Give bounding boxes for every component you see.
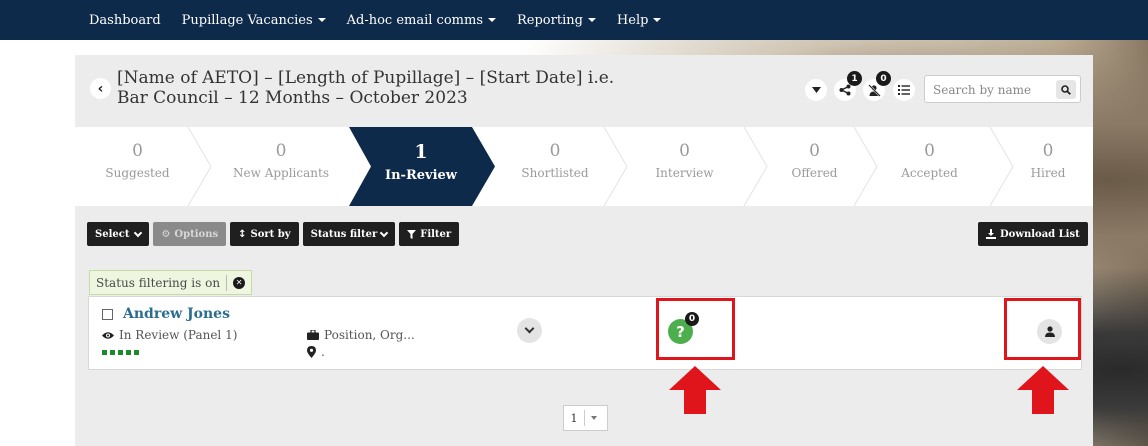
options-button[interactable]: ⚙ Options	[153, 222, 227, 246]
download-list-button[interactable]: Download List	[978, 222, 1088, 246]
applicant-stage: In Review (Panel 1)	[102, 328, 237, 342]
chevron-left-icon: ‹	[97, 80, 104, 97]
list-icon	[898, 85, 910, 95]
stage-accepted[interactable]: 0 Accepted	[877, 127, 982, 206]
gear-icon: ⚙	[161, 228, 171, 240]
caret-down-icon	[591, 416, 597, 420]
select-button[interactable]: Select	[87, 222, 150, 246]
pager-divider	[584, 410, 585, 426]
nav-dashboard[interactable]: Dashboard	[89, 13, 161, 28]
funnel-icon	[407, 229, 417, 239]
status-filter-button[interactable]: Status filter	[302, 222, 396, 246]
sort-by-button[interactable]: ↕ Sort by	[230, 222, 299, 246]
top-navigation: Dashboard Pupillage Vacancies Ad-hoc ema…	[0, 0, 1148, 40]
highlight-box-question	[656, 298, 735, 360]
chevron-down-icon	[524, 323, 535, 334]
vacancy-panel: ‹ [Name of AETO] – [Length of Pupillage]…	[75, 55, 1093, 446]
back-button[interactable]: ‹	[90, 78, 111, 99]
sort-icon: ↕	[238, 228, 247, 240]
briefcase-icon	[307, 330, 319, 340]
applicant-checkbox[interactable]	[102, 309, 113, 320]
progress-dot	[118, 350, 123, 355]
page-title: [Name of AETO] – [Length of Pupillage] –…	[117, 68, 615, 108]
applicant-card: Andrew Jones In Review (Panel 1) Positio…	[88, 296, 1082, 370]
download-icon	[986, 229, 996, 239]
nav-reporting[interactable]: Reporting	[517, 13, 596, 28]
unassigned-count-badge: 0	[876, 71, 891, 86]
clear-filter-icon[interactable]: ✕	[233, 276, 246, 289]
unassigned-users-button[interactable]: 0	[863, 71, 891, 101]
share-button[interactable]: 1	[834, 71, 862, 101]
highlight-box-profile	[1004, 298, 1081, 360]
applicant-position: Position, Org...	[307, 328, 415, 342]
user-slash-icon	[867, 83, 881, 97]
chevron-down-icon	[379, 228, 389, 237]
share-count-badge: 1	[847, 71, 862, 86]
caret-down-icon	[488, 18, 496, 22]
list-toolbar: Select ⚙ Options ↕ Sort by Status filter F…	[87, 222, 463, 246]
title-row: ‹ [Name of AETO] – [Length of Pupillage]…	[75, 55, 1093, 126]
arrow-up-icon	[669, 366, 721, 414]
progress-dot	[134, 350, 139, 355]
pagination-select[interactable]: 1	[563, 405, 608, 431]
caret-down-icon	[811, 87, 821, 93]
search-input[interactable]	[933, 81, 1048, 98]
nav-help[interactable]: Help	[617, 13, 662, 28]
progress-dot	[102, 350, 107, 355]
list-view-button[interactable]	[893, 79, 915, 101]
search-button[interactable]	[1056, 80, 1076, 99]
nav-pupillage-vacancies[interactable]: Pupillage Vacancies	[182, 13, 326, 28]
progress-dots	[102, 350, 142, 355]
chevron-down-icon	[134, 228, 143, 237]
stage-offered[interactable]: 0 Offered	[767, 127, 862, 206]
more-dropdown-button[interactable]	[805, 79, 827, 101]
filter-button[interactable]: Filter	[399, 222, 460, 246]
applicant-name-link[interactable]: Andrew Jones	[123, 306, 230, 322]
stage-in-review[interactable]: 1 In-Review	[361, 127, 481, 206]
stage-suggested[interactable]: 0 Suggested	[75, 127, 200, 206]
progress-dot	[126, 350, 131, 355]
chip-divider	[226, 274, 228, 291]
search-box	[924, 75, 1081, 103]
share-icon	[839, 84, 851, 96]
eye-icon	[102, 331, 114, 339]
stage-shortlisted[interactable]: 0 Shortlisted	[495, 127, 615, 206]
caret-down-icon	[587, 18, 596, 22]
search-icon	[1061, 84, 1071, 95]
stage-new-applicants[interactable]: 0 New Applicants	[211, 127, 351, 206]
stage-hired[interactable]: 0 Hired	[1013, 127, 1083, 206]
nav-adhoc-email-comms[interactable]: Ad-hoc email comms	[347, 13, 496, 28]
caret-down-icon	[653, 18, 662, 22]
status-filtering-chip: Status filtering is on ✕	[89, 270, 253, 295]
caret-down-icon	[317, 18, 326, 22]
progress-dot	[110, 350, 115, 355]
expand-applicant-button[interactable]	[517, 318, 542, 343]
applicant-location: .	[307, 345, 325, 359]
pipeline-stages: 0 Suggested 0 New Applicants 1 In-Review…	[75, 127, 1093, 206]
stage-interview[interactable]: 0 Interview	[627, 127, 742, 206]
arrow-up-icon	[1017, 366, 1069, 414]
map-marker-icon	[307, 346, 316, 358]
